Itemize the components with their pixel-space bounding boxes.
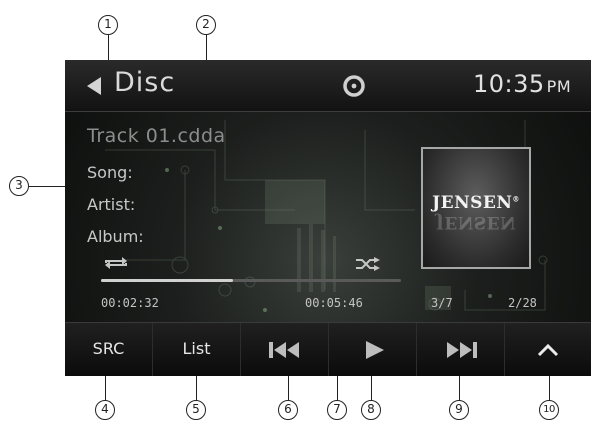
album-logo-text: JENSEN: [432, 193, 513, 213]
play-icon: [365, 341, 384, 359]
album-logo-mark: ®: [512, 194, 520, 204]
repeat-icon[interactable]: [103, 256, 129, 270]
track-counter: 3/7: [431, 296, 453, 310]
callout-1: 1: [98, 15, 118, 35]
callout-3: 3: [9, 176, 29, 196]
progress-bar[interactable]: [101, 279, 401, 282]
callout-5: 5: [186, 400, 206, 420]
callout-10: 10: [539, 400, 559, 420]
src-button-label: SRC: [92, 339, 125, 358]
artist-label: Artist:: [87, 195, 136, 214]
previous-track-button[interactable]: [241, 323, 329, 376]
album-art-reflection: JENSEN: [435, 212, 517, 232]
chevron-up-icon: [537, 343, 559, 357]
callout-9: 9: [449, 400, 469, 420]
disc-icon: [343, 75, 365, 97]
callout-6: 6: [278, 400, 298, 420]
callout-7: 7: [327, 400, 347, 420]
callout-2: 2: [196, 15, 216, 35]
status-bar: Disc 10:35 PM: [65, 60, 591, 112]
clock-ampm: PM: [546, 77, 572, 96]
clock: 10:35 PM: [473, 70, 571, 98]
album-art: JENSEN® JENSEN: [421, 147, 531, 269]
play-button[interactable]: [329, 323, 417, 376]
skip-previous-icon: [268, 342, 299, 358]
album-label: Album:: [87, 227, 144, 246]
progress-bar-fill: [101, 279, 233, 282]
folder-counter: 2/28: [508, 296, 537, 310]
shuffle-icon[interactable]: [355, 257, 381, 271]
callout-4: 4: [95, 400, 115, 420]
clock-time: 10:35: [473, 70, 545, 98]
album-art-logo: JENSEN®: [423, 193, 529, 213]
song-label: Song:: [87, 163, 133, 182]
src-button[interactable]: SRC: [65, 323, 153, 376]
back-arrow-icon[interactable]: [85, 76, 103, 96]
list-button-label: List: [182, 339, 211, 358]
media-player-screen: Disc 10:35 PM Track 01.cdda Song: Artist:…: [65, 60, 591, 376]
source-title: Disc: [114, 67, 176, 98]
control-bar: SRC List: [65, 322, 591, 376]
list-button[interactable]: List: [153, 323, 241, 376]
expand-menu-button[interactable]: [505, 323, 591, 376]
callout-8: 8: [361, 400, 381, 420]
elapsed-time: 00:02:32: [101, 296, 159, 310]
track-name: Track 01.cdda: [87, 125, 226, 147]
next-track-button[interactable]: [417, 323, 505, 376]
total-time: 00:05:46: [305, 296, 363, 310]
skip-next-icon: [446, 342, 477, 358]
